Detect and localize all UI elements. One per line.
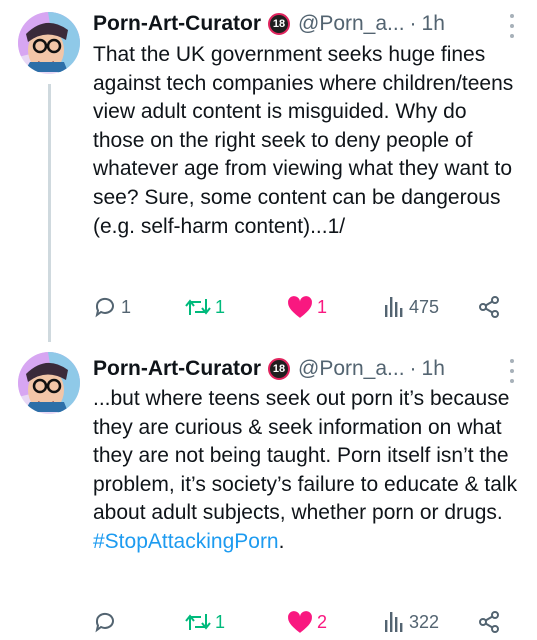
retweet-count: 1	[215, 296, 226, 317]
reply-count: 1	[121, 296, 132, 317]
hashtag-link[interactable]: #StopAttackingPorn	[93, 530, 279, 553]
reply-button[interactable]: 1	[93, 292, 131, 322]
share-button[interactable]	[477, 607, 501, 637]
tweet-actions: 1 2 322	[93, 607, 517, 637]
timestamp[interactable]: 1h	[422, 357, 445, 381]
share-icon	[479, 611, 499, 633]
avatar[interactable]	[18, 352, 80, 414]
views-button[interactable]: 475	[383, 292, 439, 322]
author-handle[interactable]: @Porn_a...	[298, 357, 405, 381]
tweet-header: Porn-Art-Curator 18 @Porn_a... · 1h	[93, 354, 513, 384]
age-18-badge-icon: 18	[268, 358, 290, 380]
retweet-count: 1	[215, 611, 226, 632]
separator: ·	[409, 12, 417, 35]
more-icon[interactable]	[509, 14, 515, 38]
share-button[interactable]	[477, 292, 501, 322]
share-icon	[479, 296, 499, 318]
more-icon[interactable]	[509, 359, 515, 383]
like-button[interactable]: 2	[287, 607, 327, 637]
avatar[interactable]	[18, 12, 80, 74]
views-button[interactable]: 322	[383, 607, 439, 637]
like-count: 2	[317, 611, 328, 632]
tweet-text: ...but where teens seek out porn it’s be…	[93, 385, 523, 557]
retweet-icon	[185, 299, 211, 315]
tweet-actions: 1 1 1 475	[93, 292, 517, 322]
author-name[interactable]: Porn-Art-Curator	[93, 357, 261, 381]
tweet-header: Porn-Art-Curator 18 @Porn_a... · 1h	[93, 9, 513, 39]
views-icon	[385, 612, 403, 632]
hashtag-suffix: .	[278, 529, 285, 553]
like-button[interactable]: 1	[287, 292, 327, 322]
views-count: 322	[409, 611, 440, 632]
tweet-text-body: ...but where teens seek out porn it’s be…	[93, 387, 518, 525]
thread-line	[48, 84, 51, 342]
heart-icon	[288, 611, 312, 633]
views-count: 475	[409, 296, 440, 317]
author-handle[interactable]: @Porn_a...	[298, 12, 405, 36]
views-icon	[385, 297, 403, 317]
like-count: 1	[317, 296, 328, 317]
separator: ·	[409, 357, 417, 380]
retweet-button[interactable]: 1	[185, 607, 225, 637]
tweet-text: That the UK government seeks huge fines …	[93, 43, 514, 238]
reply-icon	[95, 612, 114, 633]
timestamp[interactable]: 1h	[422, 12, 445, 36]
retweet-icon	[185, 614, 211, 630]
author-name[interactable]: Porn-Art-Curator	[93, 12, 261, 36]
avatar-image	[18, 352, 80, 414]
heart-icon	[288, 296, 312, 318]
retweet-button[interactable]: 1	[185, 292, 225, 322]
avatar-image	[18, 12, 80, 74]
reply-button[interactable]	[93, 607, 121, 637]
reply-icon	[95, 297, 114, 318]
age-18-badge-icon: 18	[268, 13, 290, 35]
